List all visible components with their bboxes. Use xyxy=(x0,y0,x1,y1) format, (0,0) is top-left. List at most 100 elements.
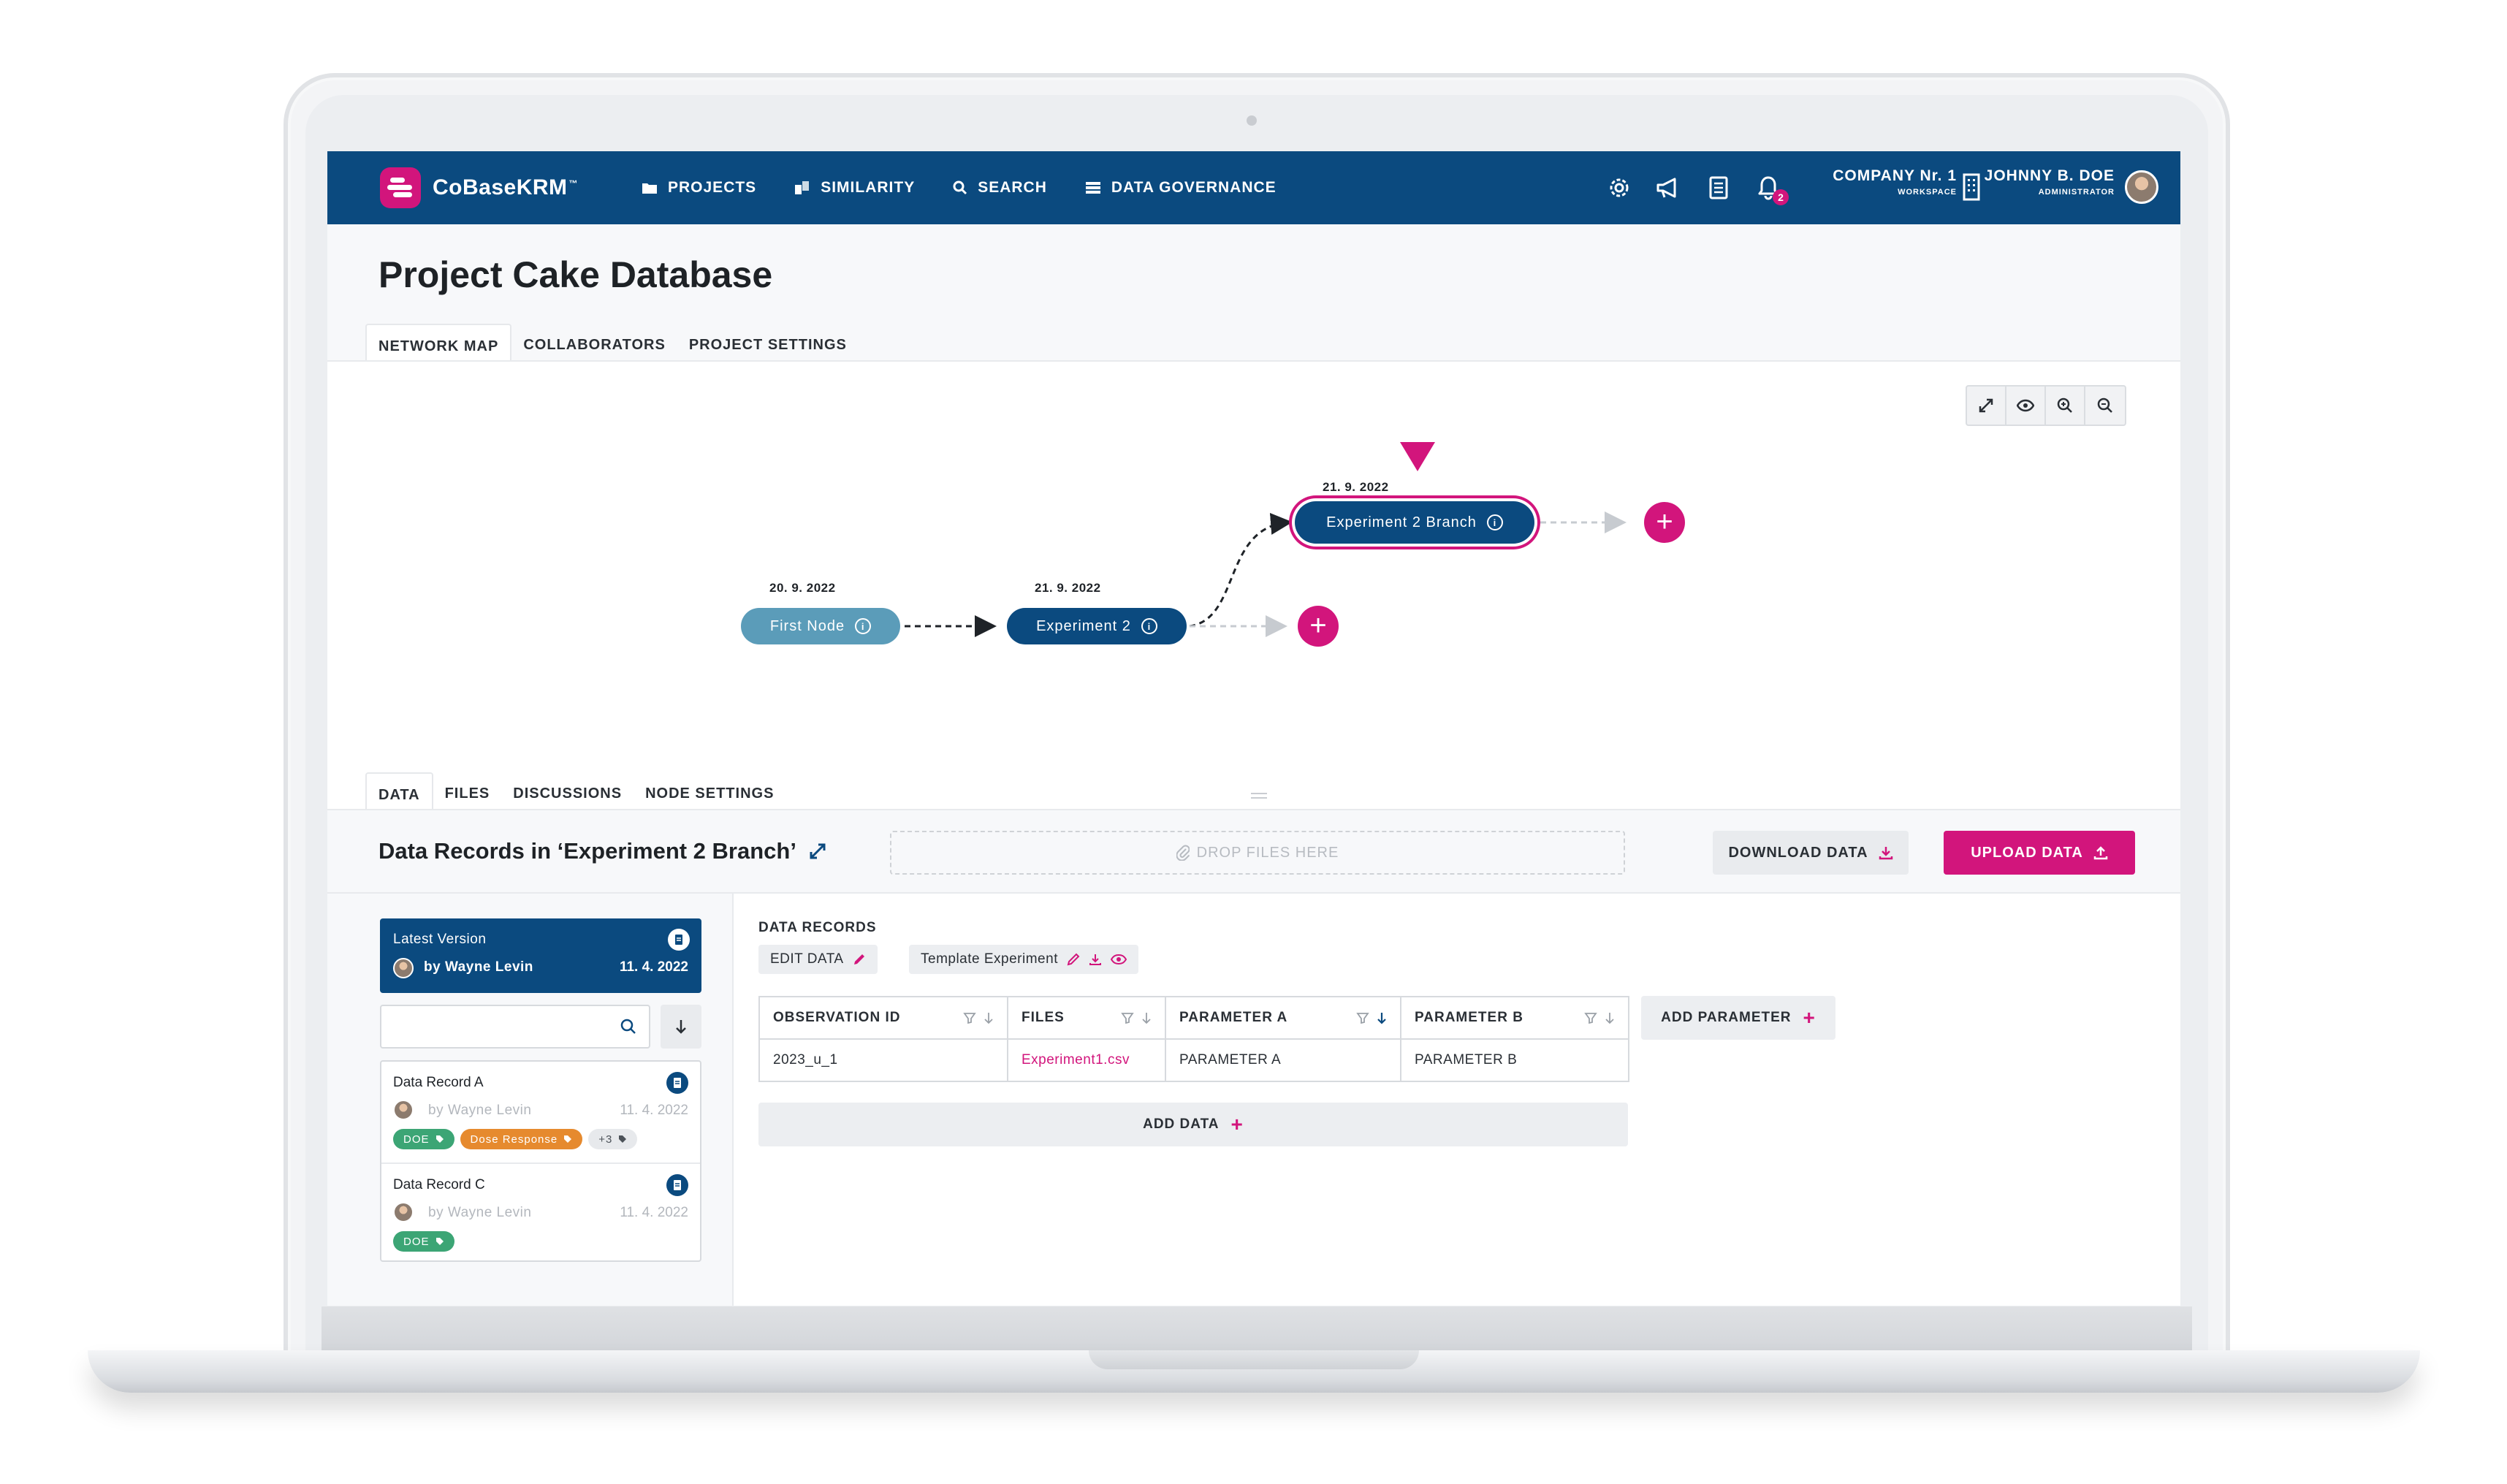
tag-icon xyxy=(564,1135,572,1143)
document-icon xyxy=(668,929,690,951)
column-header[interactable]: FILES xyxy=(1007,996,1166,1040)
template-experiment-chip[interactable]: Template Experiment xyxy=(909,945,1138,974)
app-screen: CoBaseKRM ™ PROJECTS SIMILARITY SEARCH DA… xyxy=(327,151,2180,1306)
latest-version-author: by Wayne Levin xyxy=(424,959,533,975)
latest-version-title: Latest Version xyxy=(393,932,487,947)
sort-arrow-icon[interactable] xyxy=(1141,1011,1152,1024)
table-header-row: OBSERVATION ID FILES PARAMETER A PARAMET… xyxy=(758,996,1629,1040)
node-label: Experiment 2 Branch xyxy=(1326,514,1477,530)
avatar xyxy=(393,1100,414,1120)
record-list: Data Record A by Wayne Levin 11. 4. 2022… xyxy=(380,1060,701,1262)
download-icon[interactable] xyxy=(1089,953,1102,966)
edit-data-button[interactable]: EDIT DATA xyxy=(758,945,878,974)
pencil-icon xyxy=(853,954,864,964)
record-date: 11. 4. 2022 xyxy=(620,1103,688,1118)
tag-dose-response[interactable]: Dose Response xyxy=(460,1129,583,1149)
filter-icon[interactable] xyxy=(1121,1011,1134,1024)
record-author: by Wayne Levin xyxy=(428,1103,532,1118)
node-experiment-2[interactable]: Experiment 2 i xyxy=(1007,608,1187,644)
add-branch-node-button[interactable]: + xyxy=(1644,502,1685,543)
resize-handle[interactable] xyxy=(1251,793,1267,799)
dropzone-label: DROP FILES HERE xyxy=(1196,844,1339,861)
download-icon xyxy=(1879,847,1892,860)
download-data-label: DOWNLOAD DATA xyxy=(1728,844,1868,861)
eye-icon[interactable] xyxy=(1110,954,1127,965)
table-cell: PARAMETER B xyxy=(1400,1038,1629,1082)
search-icon xyxy=(620,1019,636,1034)
latest-version-card[interactable]: Latest Version by Wayne Levin 11. 4. 202… xyxy=(380,918,701,993)
laptop-chin xyxy=(322,1306,2192,1350)
current-node-marker-icon xyxy=(1400,442,1435,471)
table-cell: Experiment1.csv xyxy=(1007,1038,1166,1082)
node-label: Experiment 2 xyxy=(1036,617,1131,634)
record-date: 11. 4. 2022 xyxy=(620,1205,688,1220)
add-data-button[interactable]: ADD DATA + xyxy=(758,1103,1628,1146)
node-date: 21. 9. 2022 xyxy=(1323,480,1389,494)
document-icon xyxy=(666,1072,688,1094)
download-data-button[interactable]: DOWNLOAD DATA xyxy=(1713,831,1909,875)
tag-icon xyxy=(619,1135,627,1143)
column-header[interactable]: PARAMETER B xyxy=(1400,996,1629,1040)
expand-icon[interactable] xyxy=(808,842,827,861)
node-tabs: DATA FILES DISCUSSIONS NODE SETTINGS xyxy=(365,772,785,813)
tab-discussions[interactable]: DISCUSSIONS xyxy=(501,772,634,813)
sort-button[interactable] xyxy=(661,1005,701,1049)
tab-data[interactable]: DATA xyxy=(365,772,433,813)
add-node-button[interactable]: + xyxy=(1298,606,1339,647)
plus-icon: + xyxy=(1803,1006,1816,1029)
column-header[interactable]: PARAMETER A xyxy=(1165,996,1401,1040)
node-label: First Node xyxy=(769,617,845,634)
sort-arrow-icon[interactable] xyxy=(1605,1011,1615,1024)
arrow-down-icon xyxy=(676,1020,686,1034)
upload-data-label: UPLOAD DATA xyxy=(1971,844,2083,861)
record-tags: DOE Dose Response +3 xyxy=(393,1129,643,1149)
table-cell: 2023_u_1 xyxy=(758,1038,1008,1082)
node-experiment-2-branch[interactable]: Experiment 2 Branch i xyxy=(1295,501,1534,544)
tag-doe[interactable]: DOE xyxy=(393,1231,454,1252)
avatar xyxy=(393,1202,414,1222)
node-date: 20. 9. 2022 xyxy=(769,581,836,595)
pencil-icon[interactable] xyxy=(1067,953,1080,966)
filter-icon[interactable] xyxy=(1356,1011,1369,1024)
data-table: OBSERVATION ID FILES PARAMETER A PARAMET… xyxy=(758,996,1629,1082)
tag-doe[interactable]: DOE xyxy=(393,1129,454,1149)
tag-more[interactable]: +3 xyxy=(588,1129,638,1149)
camera-dot xyxy=(1247,115,1257,126)
tag-icon xyxy=(435,1238,444,1245)
add-parameter-label: ADD PARAMETER xyxy=(1661,1010,1792,1025)
laptop-notch xyxy=(1089,1350,1419,1369)
record-search-input[interactable] xyxy=(380,1005,650,1049)
sort-arrow-icon[interactable] xyxy=(984,1011,994,1024)
add-data-label: ADD DATA xyxy=(1143,1116,1220,1132)
node-first-node[interactable]: First Node i xyxy=(741,608,900,644)
tab-node-settings[interactable]: NODE SETTINGS xyxy=(634,772,785,813)
filter-icon[interactable] xyxy=(1584,1011,1597,1024)
table-row[interactable]: 2023_u_1 Experiment1.csv PARAMETER A PAR… xyxy=(758,1038,1629,1082)
upload-data-button[interactable]: UPLOAD DATA xyxy=(1944,831,2135,875)
column-header[interactable]: OBSERVATION ID xyxy=(758,996,1008,1040)
filter-icon[interactable] xyxy=(963,1011,976,1024)
avatar xyxy=(393,958,414,978)
file-dropzone[interactable]: DROP FILES HERE xyxy=(890,831,1625,875)
record-tags: DOE xyxy=(393,1231,460,1252)
records-title-text: Data Records in ‘Experiment 2 Branch’ xyxy=(378,838,796,864)
list-item[interactable]: Data Record A by Wayne Levin 11. 4. 2022… xyxy=(381,1062,700,1163)
records-title: Data Records in ‘Experiment 2 Branch’ xyxy=(378,838,827,864)
info-icon[interactable]: i xyxy=(1486,514,1503,530)
document-icon xyxy=(666,1174,688,1196)
sort-arrow-active-icon[interactable] xyxy=(1377,1011,1387,1024)
data-records-heading: DATA RECORDS xyxy=(758,920,877,935)
tag-icon xyxy=(435,1135,444,1143)
template-label: Template Experiment xyxy=(921,951,1058,967)
node-date: 21. 9. 2022 xyxy=(1035,581,1101,595)
table-cell: PARAMETER A xyxy=(1165,1038,1401,1082)
info-icon[interactable]: i xyxy=(855,618,872,634)
record-name: Data Record A xyxy=(393,1075,484,1090)
latest-version-date: 11. 4. 2022 xyxy=(619,959,688,975)
edit-data-label: EDIT DATA xyxy=(770,951,844,967)
file-link[interactable]: Experiment1.csv xyxy=(1022,1052,1130,1068)
list-item[interactable]: Data Record C by Wayne Levin 11. 4. 2022… xyxy=(381,1163,700,1263)
add-parameter-button[interactable]: ADD PARAMETER + xyxy=(1641,996,1835,1040)
tab-files[interactable]: FILES xyxy=(433,772,502,813)
info-icon[interactable]: i xyxy=(1141,618,1157,634)
